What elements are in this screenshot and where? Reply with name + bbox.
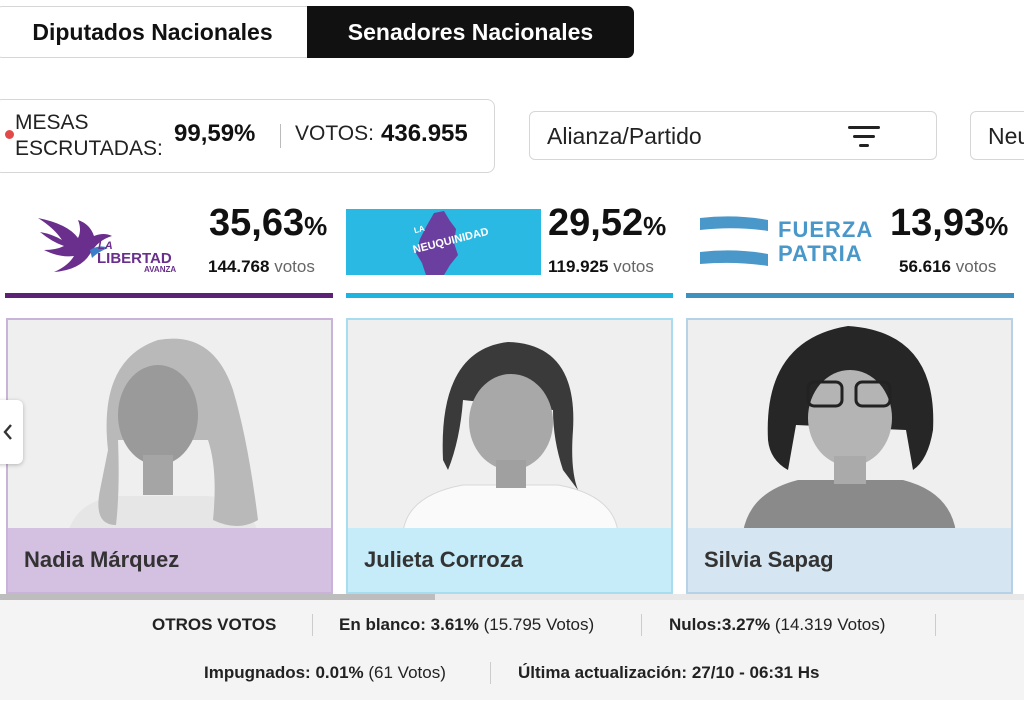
province-label: Neu (988, 123, 1024, 149)
en-blanco-stat: En blanco: 3.61% (15.795 Votos) (339, 615, 595, 634)
impugnados-stat: Impugnados: 0.01% (61 Votos) (204, 663, 446, 682)
stats-divider (280, 124, 281, 148)
la-neuquinidad-logo: NEUQUINIDAD LA (346, 209, 541, 275)
alianza-partido-filter[interactable]: Alianza/Partido (529, 111, 937, 160)
la-libertad-avanza-logo: LA LIBERTAD AVANZA (34, 210, 179, 276)
filter-label: Alianza/Partido (547, 123, 702, 149)
carousel-prev-button[interactable] (0, 400, 23, 464)
tab-diputados[interactable]: Diputados Nacionales (0, 6, 308, 58)
live-indicator-dot (5, 130, 14, 139)
party-color-bar (346, 293, 673, 298)
footer-divider (935, 614, 936, 636)
candidate-name-band: Julieta Corroza (348, 528, 671, 592)
party-percentage: 35,63% (209, 202, 328, 244)
candidate-name: Julieta Corroza (364, 547, 523, 572)
nulos-stat: Nulos:3.27% (14.319 Votos) (669, 615, 886, 634)
candidate-name: Silvia Sapag (704, 547, 834, 572)
otros-votos-label: OTROS VOTOS (152, 615, 277, 634)
tab-senadores[interactable]: Senadores Nacionales (307, 6, 634, 58)
party-color-bar (5, 293, 333, 298)
party-votes: 56.616 votos (899, 257, 997, 276)
candidate-card[interactable]: Julieta Corroza (346, 318, 673, 594)
candidate-name-band: Silvia Sapag (688, 528, 1011, 592)
footer-divider (312, 614, 313, 636)
flag-stripes-icon (700, 216, 768, 266)
party-votes: 119.925 votos (548, 257, 654, 276)
candidate-card[interactable]: Nadia Márquez (6, 318, 333, 594)
mesas-label: MESAS ESCRUTADAS: (15, 111, 163, 160)
footer-divider (490, 662, 491, 684)
candidate-name-band: Nadia Márquez (8, 528, 331, 592)
party-percentage: 29,52% (548, 202, 667, 244)
last-update: Última actualización: 27/10 - 06:31 Hs (518, 663, 820, 682)
party-percentage: 13,93% (890, 202, 1009, 244)
footer-divider (641, 614, 642, 636)
chevron-left-icon (3, 424, 12, 440)
candidate-name: Nadia Márquez (24, 547, 180, 572)
votos-value: 436.955 (381, 120, 468, 147)
province-select[interactable]: Neu (970, 111, 1024, 160)
votos-label: VOTOS: (295, 122, 374, 145)
party-color-bar (686, 293, 1014, 298)
party-votes: 144.768 votos (208, 257, 315, 276)
filter-icon (848, 126, 880, 148)
mesas-value: 99,59% (174, 120, 256, 147)
fuerza-patria-logo: FUERZA PATRIA (700, 216, 872, 268)
candidate-card[interactable]: Silvia Sapag (686, 318, 1013, 594)
